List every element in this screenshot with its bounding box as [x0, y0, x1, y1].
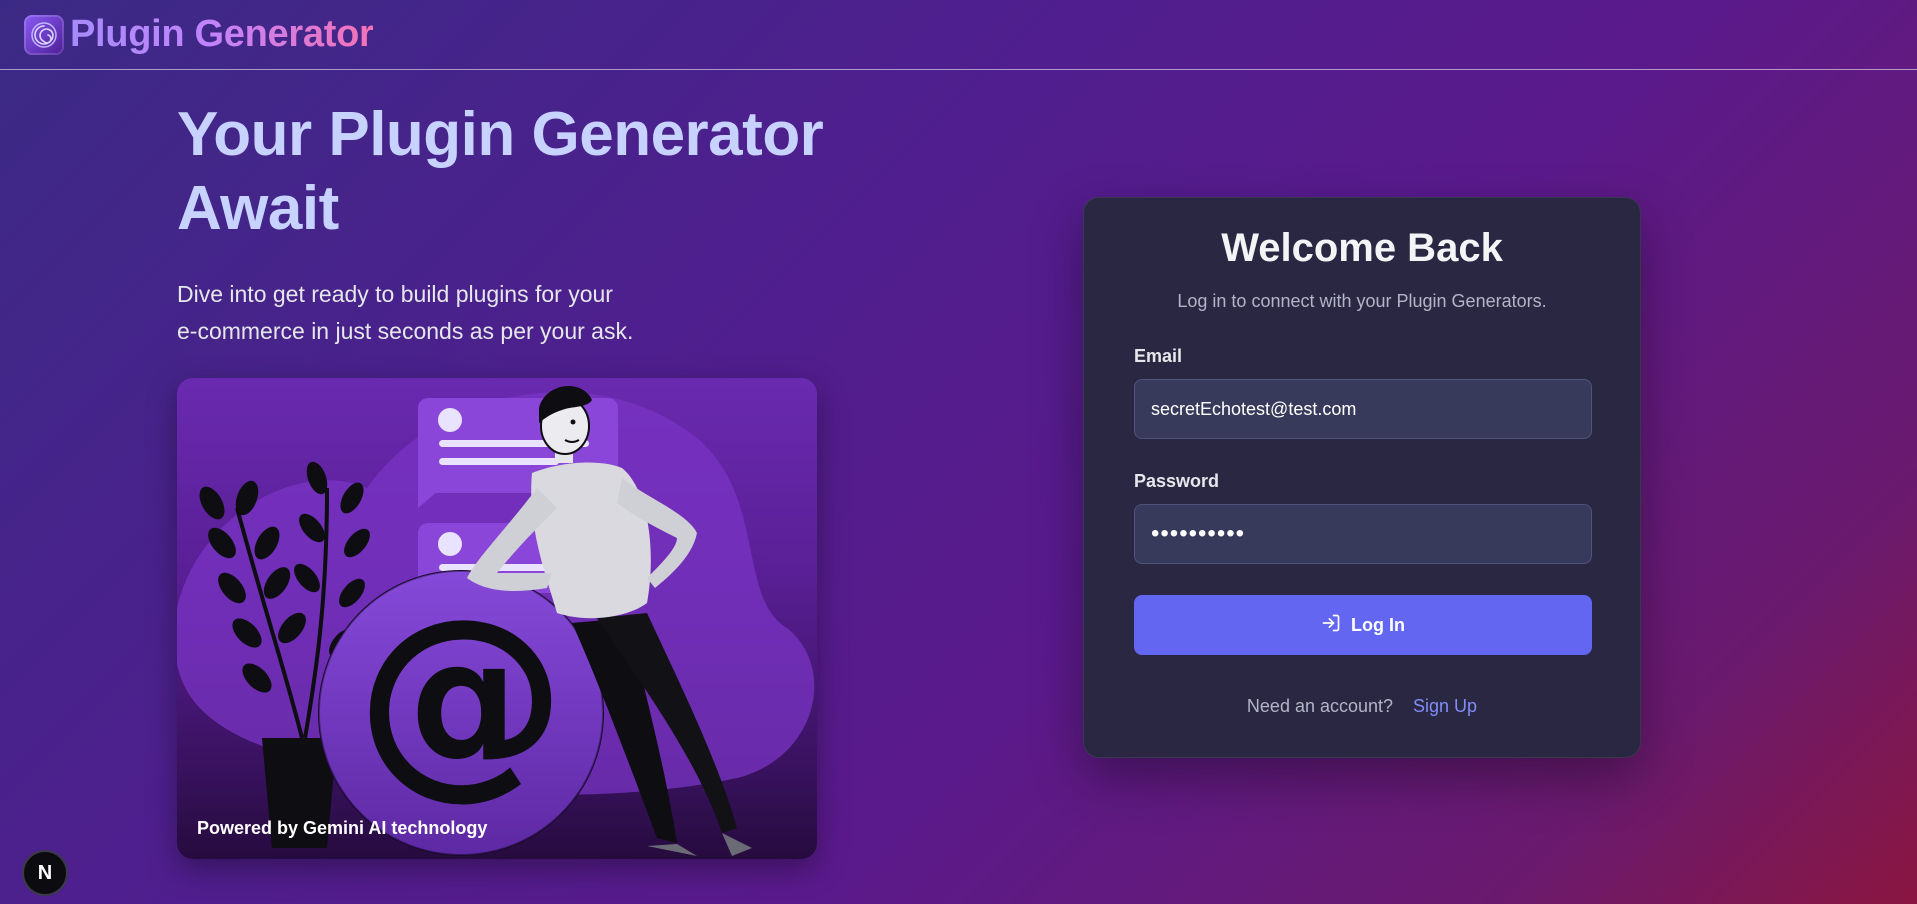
signup-row: Need an account? Sign Up — [1084, 696, 1640, 717]
svg-text:@: @ — [356, 573, 566, 818]
email-field[interactable] — [1134, 379, 1592, 439]
login-subtitle: Log in to connect with your Plugin Gener… — [1177, 291, 1547, 311]
signup-prompt: Need an account? — [1246, 696, 1394, 716]
email-label: Email — [1134, 346, 1183, 366]
spiral-logo-icon[interactable] — [24, 14, 64, 55]
hero-illustration: @ Powered by Gemini AI technology — [177, 378, 817, 859]
login-card: Welcome Back Log in to connect with your… — [1083, 197, 1641, 758]
top-bar: Plugin Generator — [0, 0, 1917, 70]
log-in-icon — [1321, 613, 1341, 638]
brand-name[interactable]: Plugin Generator — [70, 13, 374, 56]
login-title: Welcome Back — [1221, 226, 1503, 270]
password-field[interactable] — [1134, 504, 1592, 564]
log-in-button[interactable]: Log In — [1134, 595, 1592, 655]
hero-subtitle-line-2: e-commerce in just seconds as per your a… — [177, 318, 634, 344]
man-leaning-on-at-sign-illustration: @ — [177, 386, 815, 856]
log-in-button-label: Log In — [1351, 614, 1405, 635]
password-label: Password — [1134, 471, 1220, 491]
hero-title: Your Plugin Generator Await — [177, 100, 824, 243]
hero-subtitle: Dive into get ready to build plugins for… — [177, 276, 697, 350]
powered-by-label: Powered by Gemini AI technology — [197, 818, 488, 838]
sign-up-link[interactable]: Sign Up — [1413, 696, 1477, 717]
dev-badge-letter: N — [37, 861, 53, 884]
hero-subtitle-line-1: Dive into get ready to build plugins for… — [177, 281, 613, 307]
dev-tools-badge[interactable]: N — [22, 850, 68, 896]
